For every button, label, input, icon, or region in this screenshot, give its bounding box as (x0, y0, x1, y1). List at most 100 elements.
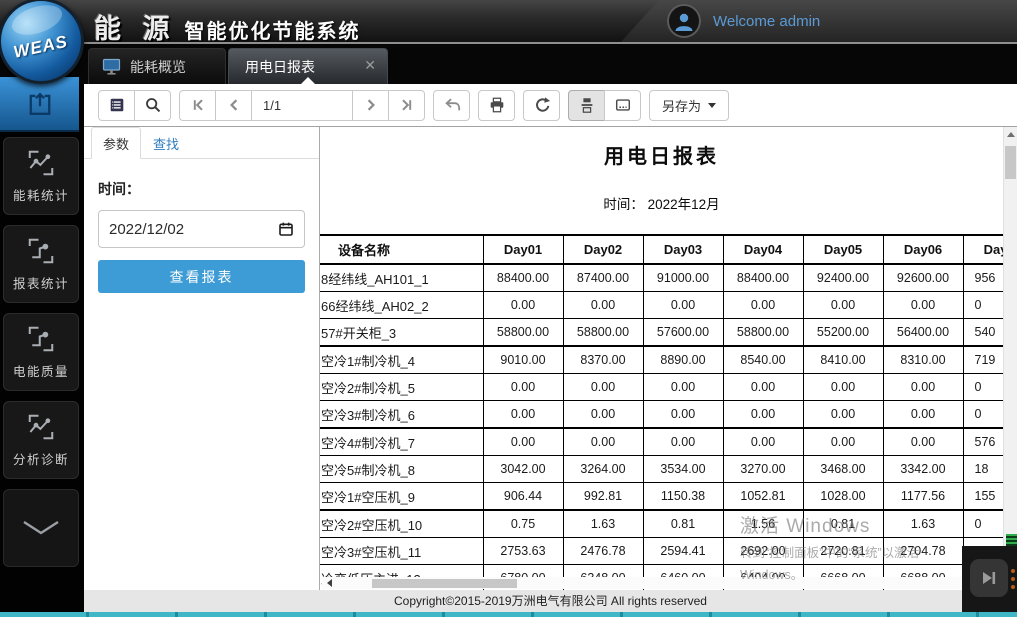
table-header-row: 设备名称Day01Day02Day03Day04Day05Day06Day07 (320, 235, 1003, 264)
table-row: 57#开关柜_358800.0058800.0057600.0058800.00… (320, 319, 1003, 347)
back-button[interactable] (433, 90, 470, 121)
value-cell: 3342.00 (883, 456, 963, 483)
column-header: Day05 (803, 235, 883, 264)
column-header: Day01 (483, 235, 563, 264)
value-cell: 0.00 (643, 401, 723, 429)
column-header: Day07 (963, 235, 1003, 264)
toc-list-icon (108, 96, 126, 114)
refresh-button[interactable] (523, 90, 560, 121)
sidebar-item-power-quality[interactable]: 电能质量 (3, 313, 79, 391)
value-cell: 0.00 (803, 401, 883, 429)
user-welcome-area: Welcome admin (621, 0, 1017, 42)
date-value: 2022/12/02 (109, 221, 184, 238)
value-cell: 0.81 (803, 510, 883, 538)
device-name-cell: 空冷3#空压机_11 (320, 538, 483, 565)
value-cell: 576 (963, 428, 1003, 456)
column-header: Day06 (883, 235, 963, 264)
column-header: Day04 (723, 235, 803, 264)
table-row: 空冷2#制冷机_50.000.000.000.000.000.000 (320, 374, 1003, 401)
value-cell: 0 (963, 401, 1003, 429)
device-name-cell: 空冷4#制冷机_7 (320, 428, 483, 456)
horizontal-scroll-thumb[interactable] (372, 579, 517, 588)
value-cell: 1052.81 (723, 483, 803, 511)
device-name-cell: 66经纬线_AH02_2 (320, 292, 483, 319)
tab-energy-overview[interactable]: 能耗概览 (88, 48, 226, 84)
close-icon[interactable]: ✕ (364, 58, 376, 72)
chevron-down-icon (19, 518, 63, 538)
user-avatar[interactable] (667, 4, 701, 38)
date-picker-input[interactable]: 2022/12/02 (98, 210, 305, 248)
weas-logo: WEAS (0, 0, 84, 84)
view-report-button[interactable]: 查看报表 (98, 260, 305, 293)
value-cell: 88400.00 (723, 264, 803, 292)
calendar-icon[interactable] (278, 221, 294, 237)
search-button[interactable] (134, 90, 171, 121)
sidebar-expand-button[interactable] (3, 489, 79, 567)
value-cell: 0.00 (883, 292, 963, 319)
value-cell: 0.00 (563, 374, 643, 401)
value-cell: 2753.63 (483, 538, 563, 565)
value-cell: 2594.41 (643, 538, 723, 565)
search-icon (144, 96, 162, 114)
previous-page-button[interactable] (215, 90, 252, 121)
sidebar-item-active-home[interactable] (0, 77, 79, 132)
undo-arrow-icon (443, 96, 461, 114)
first-page-button[interactable] (179, 90, 216, 121)
widget-grill-indicator (1006, 534, 1017, 546)
save-as-button[interactable]: 另存为 (649, 90, 729, 121)
print-button[interactable] (478, 90, 515, 121)
device-name-cell: 空冷1#制冷机_4 (320, 346, 483, 374)
page-number-input[interactable]: 1/1 (251, 90, 353, 121)
value-cell: 8370.00 (563, 346, 643, 374)
brand-sub-text: 智能优化节能系统 (185, 15, 361, 44)
table-row: 空冷2#空压机_100.751.630.811.560.811.630 (320, 510, 1003, 538)
dot (1011, 577, 1015, 581)
value-cell: 3468.00 (803, 456, 883, 483)
logo-text: WEAS (11, 32, 69, 63)
next-page-button[interactable] (352, 90, 389, 121)
scroll-up-button[interactable] (1004, 127, 1017, 142)
sidebar-item-label: 分析诊断 (13, 449, 69, 468)
toggle-parameters-button[interactable] (98, 90, 135, 121)
vertical-scrollbar[interactable] (1003, 127, 1017, 590)
device-name-cell: 空冷1#空压机_9 (320, 483, 483, 511)
value-cell: 0.00 (803, 374, 883, 401)
value-cell: 1.63 (883, 510, 963, 538)
last-page-button[interactable] (388, 90, 425, 121)
horizontal-scrollbar[interactable] (322, 577, 1000, 589)
page-setup-button[interactable] (604, 90, 641, 121)
widget-handle-dots[interactable] (1011, 569, 1015, 589)
value-cell: 18 (963, 456, 1003, 483)
sidebar-item-report-stats[interactable]: 报表统计 (3, 225, 79, 303)
vertical-scroll-thumb[interactable] (1005, 146, 1016, 179)
monitor-icon (102, 58, 121, 76)
value-cell: 155 (963, 483, 1003, 511)
value-cell: 0.00 (563, 401, 643, 429)
value-cell: 8310.00 (883, 346, 963, 374)
copyright-footer: Copyright©2015-2019万洲电气有限公司 All rights r… (84, 590, 1017, 612)
first-page-icon (190, 97, 206, 113)
welcome-text: Welcome admin (713, 13, 820, 30)
value-cell: 2720.81 (803, 538, 883, 565)
value-cell: 1150.38 (643, 483, 723, 511)
value-cell: 92600.00 (883, 264, 963, 292)
value-cell: 91000.00 (643, 264, 723, 292)
print-layout-button[interactable] (568, 90, 605, 121)
report-viewer: 用电日报表 时间： 2022年12月 设备名称Day01Day02Day03Da… (320, 127, 1003, 590)
report-table: 设备名称Day01Day02Day03Day04Day05Day06Day07 … (320, 234, 1003, 590)
scroll-left-arrow-icon[interactable] (327, 579, 332, 587)
bottom-teal-strip (0, 612, 1017, 617)
tab-parameters[interactable]: 参数 (91, 127, 141, 159)
tab-find[interactable]: 查找 (141, 128, 191, 158)
page-setup-icon (614, 96, 632, 114)
value-cell: 0.00 (803, 428, 883, 456)
value-cell: 0.00 (883, 428, 963, 456)
widget-play-button[interactable] (970, 559, 1008, 597)
sidebar-item-energy-stats[interactable]: 能耗统计 (3, 137, 79, 215)
value-cell: 87400.00 (563, 264, 643, 292)
node-link-icon (25, 236, 57, 266)
toolbar-group-paging: 1/1 (179, 90, 425, 121)
value-cell: 0.00 (483, 292, 563, 319)
sidebar-item-label: 报表统计 (13, 273, 69, 292)
sidebar-item-analysis-diagnosis[interactable]: 分析诊断 (3, 401, 79, 479)
